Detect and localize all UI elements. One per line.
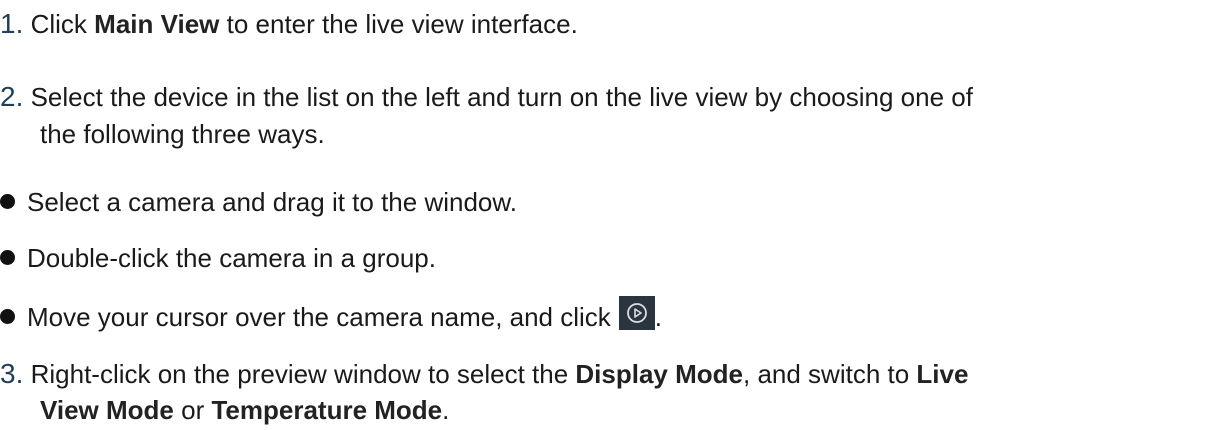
step-1-text-post: to enter the live view interface. (219, 9, 578, 39)
step-3-text-pre: Right-click on the preview window to sel… (30, 359, 576, 389)
bullet-3-text: Move your cursor over the camera name, a… (27, 302, 611, 332)
bullet-item-2: Double-click the camera in a group. (0, 240, 436, 276)
step-2-line-2: the following three ways. (40, 116, 325, 152)
step-3-number: 3. (0, 358, 24, 389)
step-2-text-line-1: Select the device in the list on the lef… (30, 82, 973, 112)
step-3-bold-live: Live (916, 359, 969, 389)
step-1-text-pre: Click (30, 9, 95, 39)
step-2-text-line-2: the following three ways. (40, 119, 325, 149)
bullet-item-1: Select a camera and drag it to the windo… (0, 184, 517, 220)
step-2-line-1: 2. Select the device in the list on the … (0, 79, 973, 115)
step-3-text-mid2: or (173, 395, 212, 425)
step-1: 1. Click Main View to enter the live vie… (0, 6, 578, 42)
bullet-dot-icon (0, 194, 15, 209)
step-3-line-2: View Mode or Temperature Mode. (40, 392, 449, 428)
instruction-document: 1. Click Main View to enter the live vie… (0, 0, 1205, 430)
play-circle-icon (618, 296, 655, 330)
bullet-1-text: Select a camera and drag it to the windo… (27, 187, 517, 217)
step-3-text-mid: , and switch to (743, 359, 917, 389)
step-1-number: 1. (0, 8, 24, 39)
bullet-3-suffix: . (654, 302, 663, 332)
step-3-text-post: . (442, 395, 450, 425)
step-1-bold-main-view: Main View (94, 9, 220, 39)
step-3-bold-temperature-mode: Temperature Mode (211, 395, 443, 425)
step-3-bold-view-mode: View Mode (40, 395, 174, 425)
step-3-line-1: 3. Right-click on the preview window to … (0, 356, 968, 392)
bullet-dot-icon (0, 250, 15, 265)
step-3-bold-display-mode: Display Mode (575, 359, 743, 389)
bullet-dot-icon (0, 309, 15, 324)
bullet-2-text: Double-click the camera in a group. (27, 243, 436, 273)
bullet-item-3: Move your cursor over the camera name, a… (0, 296, 662, 335)
step-2-number: 2. (0, 81, 24, 112)
